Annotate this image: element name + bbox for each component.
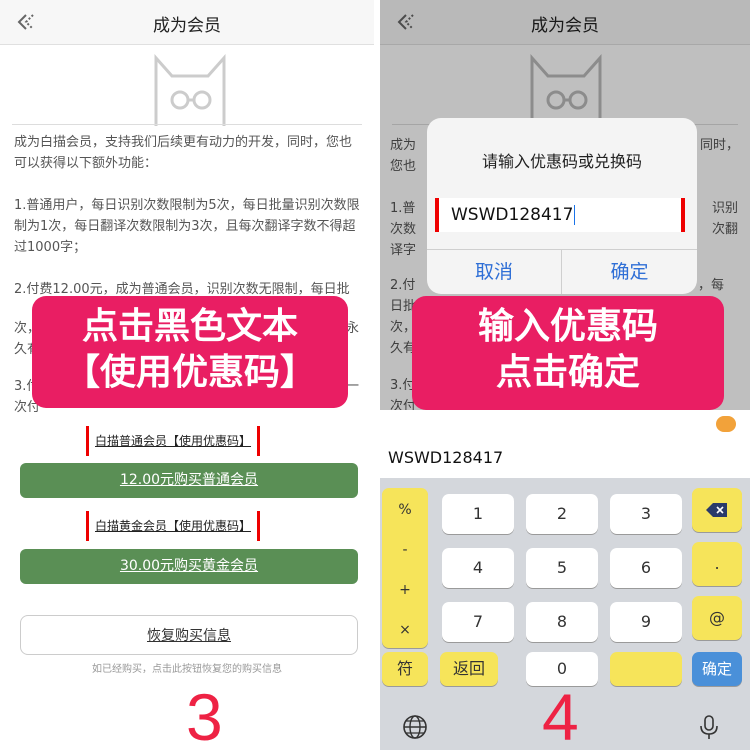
digit-key[interactable]: 7 [442, 602, 514, 642]
cat-mascot-icon [154, 54, 226, 126]
backspace-icon [706, 503, 727, 517]
digit-key[interactable]: 3 [610, 494, 682, 534]
dot-key[interactable]: . [692, 542, 742, 586]
digit-key[interactable]: 8 [526, 602, 598, 642]
microphone-icon[interactable] [696, 714, 722, 740]
intro-text: 成为白描会员，支持我们后续更有动力的开发，同时，您也可以获得以下额外功能： [14, 135, 353, 171]
at-key[interactable]: @ [692, 596, 742, 640]
back-key[interactable]: 返回 [440, 652, 498, 686]
buy-gold-button[interactable]: 30.00元购买黄金会员 [20, 549, 358, 584]
coupon-code-input[interactable]: WSWD128417 [435, 198, 685, 232]
digit-key[interactable]: 4 [442, 548, 514, 588]
text-caret [574, 205, 576, 225]
gold-coupon-link[interactable]: 白描黄金会员【使用优惠码】 [86, 511, 261, 541]
instruction-banner: 点击黑色文本 【使用优惠码】 [32, 296, 348, 408]
right-screenshot: 成为会员 成为 同时， 您也 1.普 识别 次数 次翻 译字 2.付 ，每 日批… [380, 0, 750, 750]
left-screenshot: 成为会员 成为白描会员，支持我们后续更有动力的开发，同时，您也可以获得以下额外功… [0, 0, 374, 750]
digit-key[interactable]: 2 [526, 494, 598, 534]
space-key[interactable] [610, 652, 682, 686]
digit-key[interactable]: 1 [442, 494, 514, 534]
digit-key[interactable]: 6 [610, 548, 682, 588]
step-number: 4 [542, 680, 579, 750]
page-title: 成为会员 [153, 16, 221, 36]
restore-hint: 如已经购买，点击此按钮恢复您的购买信息 [92, 664, 282, 675]
confirm-button[interactable]: 确定 [562, 250, 697, 294]
instruction-line: 【使用优惠码】 [63, 352, 316, 393]
membership-description: 成为白描会员，支持我们后续更有动力的开发，同时，您也可以获得以下额外功能： 1.… [14, 132, 360, 300]
instruction-line: 点击黑色文本 [81, 306, 298, 347]
dialog-actions: 取消 确定 [427, 249, 697, 294]
coupon-code-value: WSWD128417 [451, 205, 574, 225]
step-number: 3 [186, 680, 223, 750]
instruction-banner: 输入优惠码 点击确定 [412, 296, 724, 410]
coupon-dialog: 请输入优惠码或兑换码 WSWD128417 取消 确定 [427, 118, 697, 294]
digit-key[interactable]: 9 [610, 602, 682, 642]
digit-key[interactable]: 5 [526, 548, 598, 588]
keyboard-confirm-key[interactable]: 确定 [692, 652, 742, 686]
dialog-title: 请输入优惠码或兑换码 [481, 152, 642, 171]
keyboard-input-preview: WSWD128417 [380, 438, 750, 478]
symbol-key-column[interactable]: % - + × [382, 488, 428, 648]
divider [12, 124, 362, 125]
keyboard-logo-icon[interactable] [716, 416, 736, 432]
ordinary-coupon-link[interactable]: 白描普通会员【使用优惠码】 [86, 426, 261, 456]
benefit-item-1: 1.普通用户，每日识别次数限制为5次，每日批量识别次数限制为1次，每日翻译次数限… [14, 198, 360, 255]
buy-ordinary-button[interactable]: 12.00元购买普通会员 [20, 463, 358, 498]
backspace-key[interactable] [692, 488, 742, 532]
symbol-key[interactable]: + [382, 582, 428, 598]
symbol-toggle-key[interactable]: 符 [382, 652, 428, 686]
symbol-key[interactable]: % [382, 502, 428, 518]
restore-purchase-button[interactable]: 恢复购买信息 [20, 615, 358, 655]
instruction-line: 输入优惠码 [477, 306, 658, 347]
keyboard-toolbar [380, 410, 750, 438]
symbol-key[interactable]: × [382, 622, 428, 638]
nav-bar: 成为会员 [0, 0, 374, 45]
symbol-key[interactable]: - [382, 542, 428, 558]
cancel-button[interactable]: 取消 [427, 250, 562, 294]
globe-icon[interactable] [402, 714, 428, 740]
instruction-line: 点击确定 [495, 352, 640, 393]
